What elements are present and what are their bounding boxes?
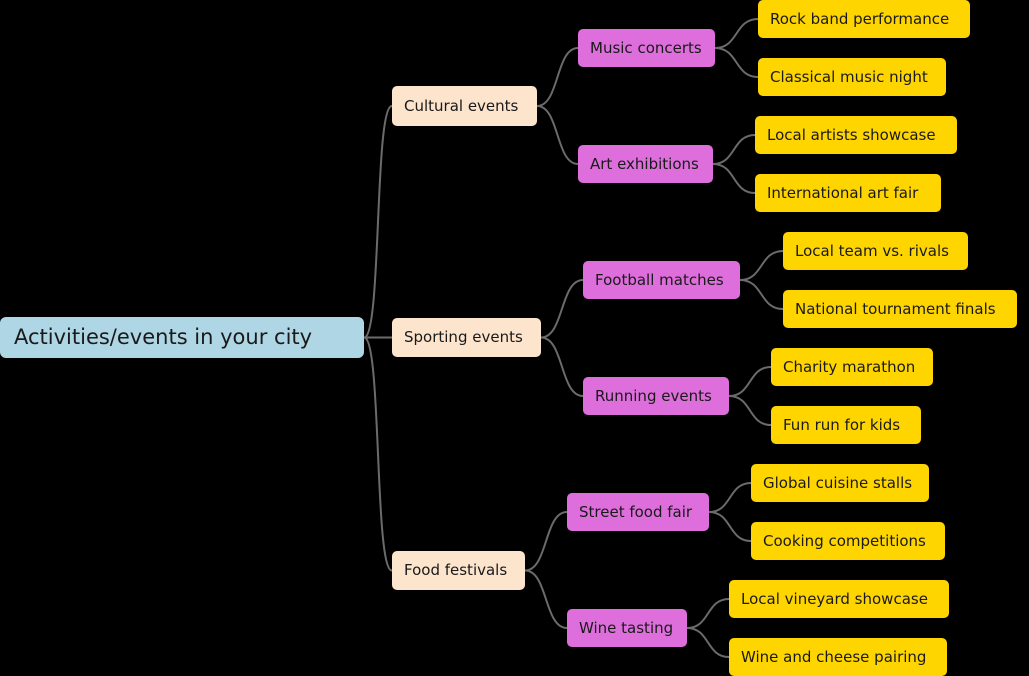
leaf-node-artfair[interactable]: International art fair (755, 174, 941, 212)
node-label: Fun run for kids (783, 415, 901, 434)
leaf-node-marathon[interactable]: Charity marathon (771, 348, 933, 386)
connector-edge (708, 482, 752, 513)
node-label: Wine tasting (579, 618, 674, 637)
leaf-node-localartists[interactable]: Local artists showcase (755, 116, 957, 154)
connector-edge (540, 336, 584, 397)
branch-node-food[interactable]: Food festivals (392, 551, 525, 590)
subnode-running[interactable]: Running events (583, 377, 729, 415)
node-label: Global cuisine stalls (763, 473, 913, 492)
root-node-root[interactable]: Activities/events in your city (0, 317, 364, 358)
leaf-node-cooking[interactable]: Cooking competitions (751, 522, 945, 560)
node-label: Cooking competitions (763, 531, 926, 550)
connector-edge (540, 279, 584, 339)
node-label: Street food fair (579, 502, 693, 521)
node-label: Local vineyard showcase (741, 589, 928, 608)
leaf-node-rock[interactable]: Rock band performance (758, 0, 970, 38)
node-label: Football matches (595, 270, 724, 289)
connector-edge (712, 163, 756, 194)
connector-edge (739, 279, 784, 310)
connector-edge (728, 366, 772, 397)
connector-edge (708, 511, 752, 542)
subnode-art[interactable]: Art exhibitions (578, 145, 713, 183)
subnode-wine[interactable]: Wine tasting (567, 609, 687, 647)
leaf-node-classical[interactable]: Classical music night (758, 58, 946, 96)
leaf-node-rivals[interactable]: Local team vs. rivals (783, 232, 968, 270)
connector-edge (686, 598, 730, 629)
connector-edge (536, 47, 579, 107)
subnode-music[interactable]: Music concerts (578, 29, 715, 67)
connector-edge (363, 105, 393, 339)
connector-edge (524, 569, 568, 629)
connector-edge (712, 134, 756, 165)
connector-edge (728, 395, 772, 426)
node-label: Running events (595, 386, 712, 405)
node-label: Charity marathon (783, 357, 916, 376)
node-label: International art fair (767, 183, 919, 202)
connector-edge (363, 336, 393, 572)
node-label: National tournament finals (795, 299, 996, 318)
node-label: Sporting events (404, 328, 523, 346)
connector-edge (739, 250, 784, 281)
node-label: Activities/events in your city (14, 325, 313, 349)
connector-edge (714, 47, 759, 78)
connector-edge (536, 105, 579, 165)
node-label: Wine and cheese pairing (741, 647, 927, 666)
branch-node-sporting[interactable]: Sporting events (392, 318, 541, 357)
leaf-node-finals[interactable]: National tournament finals (783, 290, 1017, 328)
node-label: Music concerts (590, 38, 702, 57)
leaf-node-cuisine[interactable]: Global cuisine stalls (751, 464, 929, 502)
subnode-football[interactable]: Football matches (583, 261, 740, 299)
node-label: Food festivals (404, 561, 508, 579)
connector-edge (524, 511, 568, 572)
node-label: Local team vs. rivals (795, 241, 949, 260)
subnode-streetfood[interactable]: Street food fair (567, 493, 709, 531)
branch-node-cultural[interactable]: Cultural events (392, 86, 537, 126)
node-label: Art exhibitions (590, 154, 699, 173)
leaf-node-cheese[interactable]: Wine and cheese pairing (729, 638, 947, 676)
node-label: Classical music night (770, 67, 928, 86)
leaf-node-vineyard[interactable]: Local vineyard showcase (729, 580, 949, 618)
connector-edge (714, 18, 759, 49)
mind-map-canvas: Activities/events in your city Cultural e… (0, 0, 1029, 676)
connector-edge (686, 627, 730, 658)
leaf-node-funrun[interactable]: Fun run for kids (771, 406, 921, 444)
node-label: Cultural events (404, 96, 519, 115)
node-label: Local artists showcase (767, 125, 936, 144)
node-label: Rock band performance (770, 9, 950, 28)
